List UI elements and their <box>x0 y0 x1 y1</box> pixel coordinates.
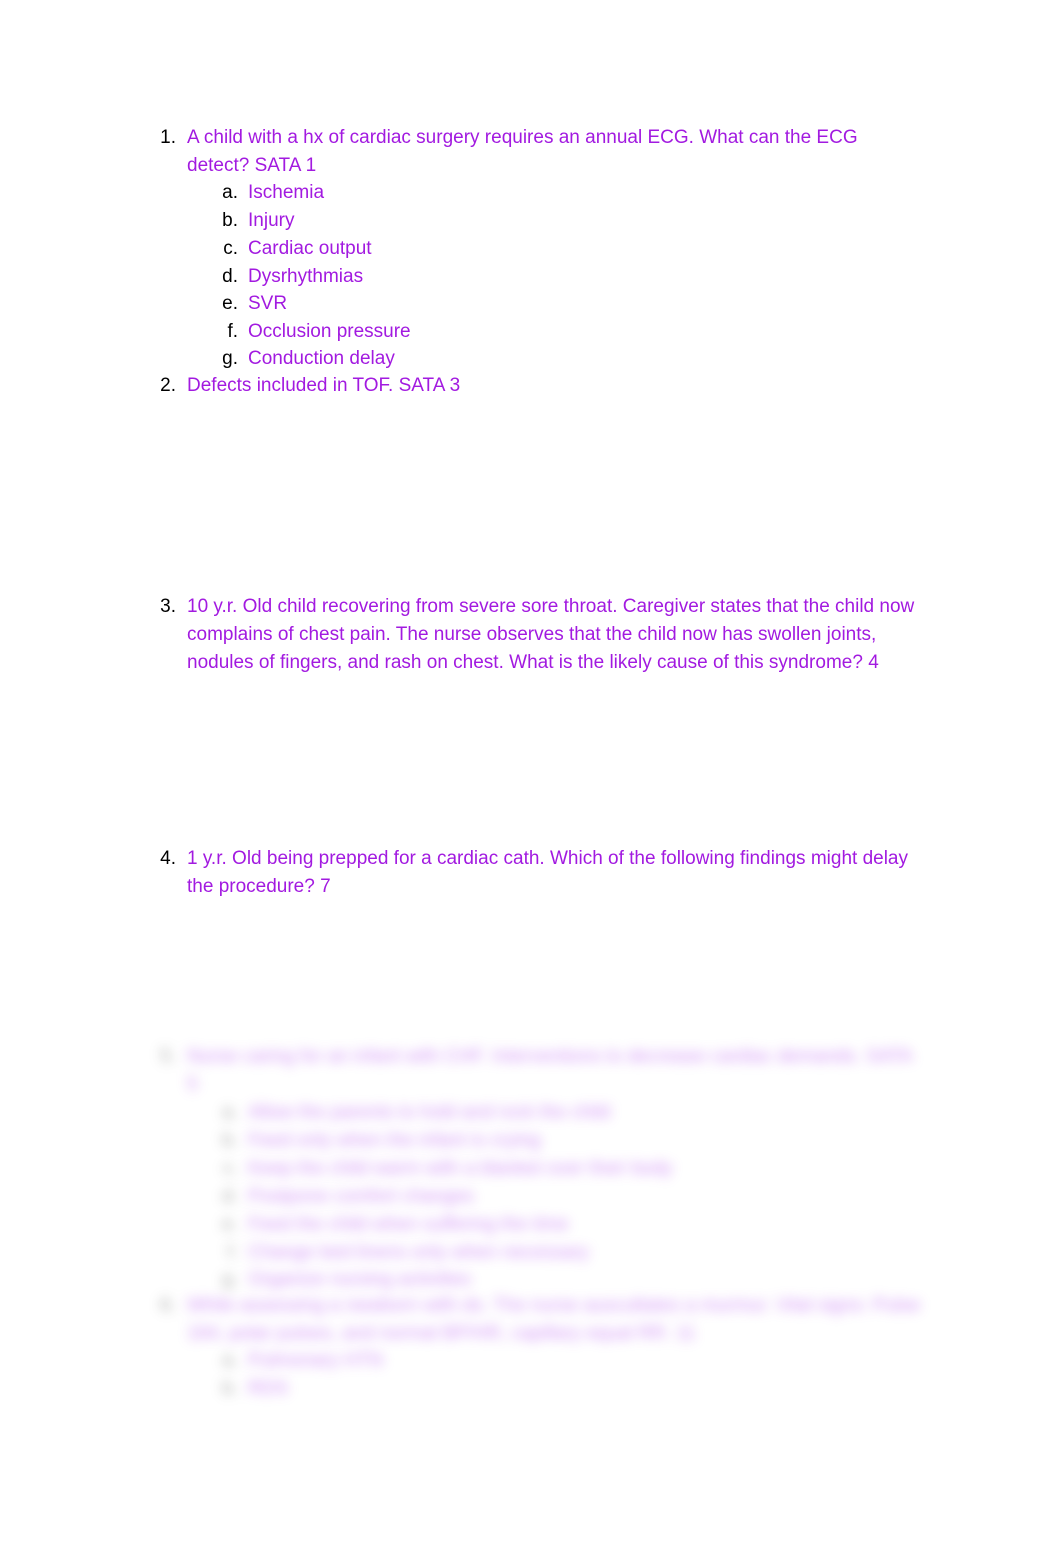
question-text: 10 y.r. Old child recovering from severe… <box>187 596 915 673</box>
option-text: Injury <box>248 210 295 231</box>
list-item: g. Conduction delay <box>214 345 923 373</box>
list-item: e. SVR <box>214 290 923 318</box>
question-text: 1 y.r. Old being prepped for a cardiac c… <box>187 848 908 897</box>
list-marker: c. <box>223 238 238 259</box>
option-text: Change bed linens only when necessary <box>248 1242 590 1263</box>
list-marker: b. <box>222 210 238 231</box>
list-marker: c. <box>223 1158 238 1179</box>
option-text: RDS <box>248 1378 289 1399</box>
option-text: SVR <box>248 293 288 314</box>
list-item: 1. A child with a hx of cardiac surgery … <box>150 124 925 180</box>
option-text: Feed only when the infant is crying <box>248 1130 541 1151</box>
list-item: c. Keep the child warm with a blanket ov… <box>214 1155 923 1183</box>
list-item: 6. While assessing a newborn with ds. Th… <box>150 1292 925 1348</box>
list-item: 3. 10 y.r. Old child recovering from sev… <box>150 593 925 677</box>
list-item: 2. Defects included in TOF. SATA 3 <box>150 372 925 400</box>
list-item: f. Change bed linens only when necessary <box>214 1239 923 1267</box>
list-item: b. Feed only when the infant is crying <box>214 1127 923 1155</box>
list-item: d. Dysrhythmias <box>214 263 923 291</box>
list-item: f. Occlusion pressure <box>214 318 923 346</box>
list-item: 4. 1 y.r. Old being prepped for a cardia… <box>150 845 925 901</box>
option-text: Allow the parents to hold and rock the c… <box>248 1102 611 1123</box>
option-text: Dysrhythmias <box>248 266 364 287</box>
list-item: b. RDS <box>214 1375 923 1403</box>
question-text: A child with a hx of cardiac surgery req… <box>187 127 858 176</box>
list-marker: d. <box>222 266 238 287</box>
list-item: a. Pulmonary HTN <box>214 1347 923 1375</box>
list-marker: g. <box>222 1269 238 1290</box>
option-text: Pulmonary HTN <box>248 1350 384 1371</box>
list-marker: 3. <box>160 596 176 617</box>
question-text: Defects included in TOF. SATA 3 <box>187 375 461 396</box>
list-item: c. Cardiac output <box>214 235 923 263</box>
list-marker: b. <box>222 1378 238 1399</box>
option-text: Organize nursing activities <box>248 1269 471 1290</box>
list-marker: 1. <box>160 127 176 148</box>
option-text: Occlusion pressure <box>248 321 411 342</box>
list-item: a. Ischemia <box>214 179 923 207</box>
option-text: Cardiac output <box>248 238 372 259</box>
option-text: Feed the child when suffering the time <box>248 1214 569 1235</box>
list-marker: 2. <box>160 375 176 396</box>
option-text: Keep the child warm with a blanket over … <box>248 1158 673 1179</box>
list-item: a. Allow the parents to hold and rock th… <box>214 1099 923 1127</box>
option-text: Ischemia <box>248 182 325 203</box>
list-marker: 5. <box>160 1046 176 1067</box>
list-marker: a. <box>222 182 238 203</box>
list-marker: b. <box>222 1130 238 1151</box>
list-marker: a. <box>222 1350 238 1371</box>
option-text: Conduction delay <box>248 348 395 369</box>
list-marker: d. <box>222 1186 238 1207</box>
list-item: e. Feed the child when suffering the tim… <box>214 1211 923 1239</box>
list-marker: e. <box>222 1214 238 1235</box>
list-marker: f. <box>227 321 238 342</box>
question-text: Nurse caring for an infant with CHF. Int… <box>187 1046 912 1095</box>
list-marker: f. <box>227 1242 238 1263</box>
list-marker: 4. <box>160 848 176 869</box>
list-marker: a. <box>222 1102 238 1123</box>
option-text: Postpone comfort changes <box>248 1186 475 1207</box>
list-marker: 6. <box>160 1295 176 1316</box>
list-item: 5. Nurse caring for an infant with CHF. … <box>150 1043 925 1099</box>
list-item: g. Organize nursing activities <box>214 1266 923 1294</box>
question-text: While assessing a newborn with ds. The n… <box>187 1295 921 1344</box>
document-page: 1. A child with a hx of cardiac surgery … <box>0 0 1062 1556</box>
list-item: b. Injury <box>214 207 923 235</box>
list-marker: e. <box>222 293 238 314</box>
list-marker: g. <box>222 348 238 369</box>
list-item: d. Postpone comfort changes <box>214 1183 923 1211</box>
